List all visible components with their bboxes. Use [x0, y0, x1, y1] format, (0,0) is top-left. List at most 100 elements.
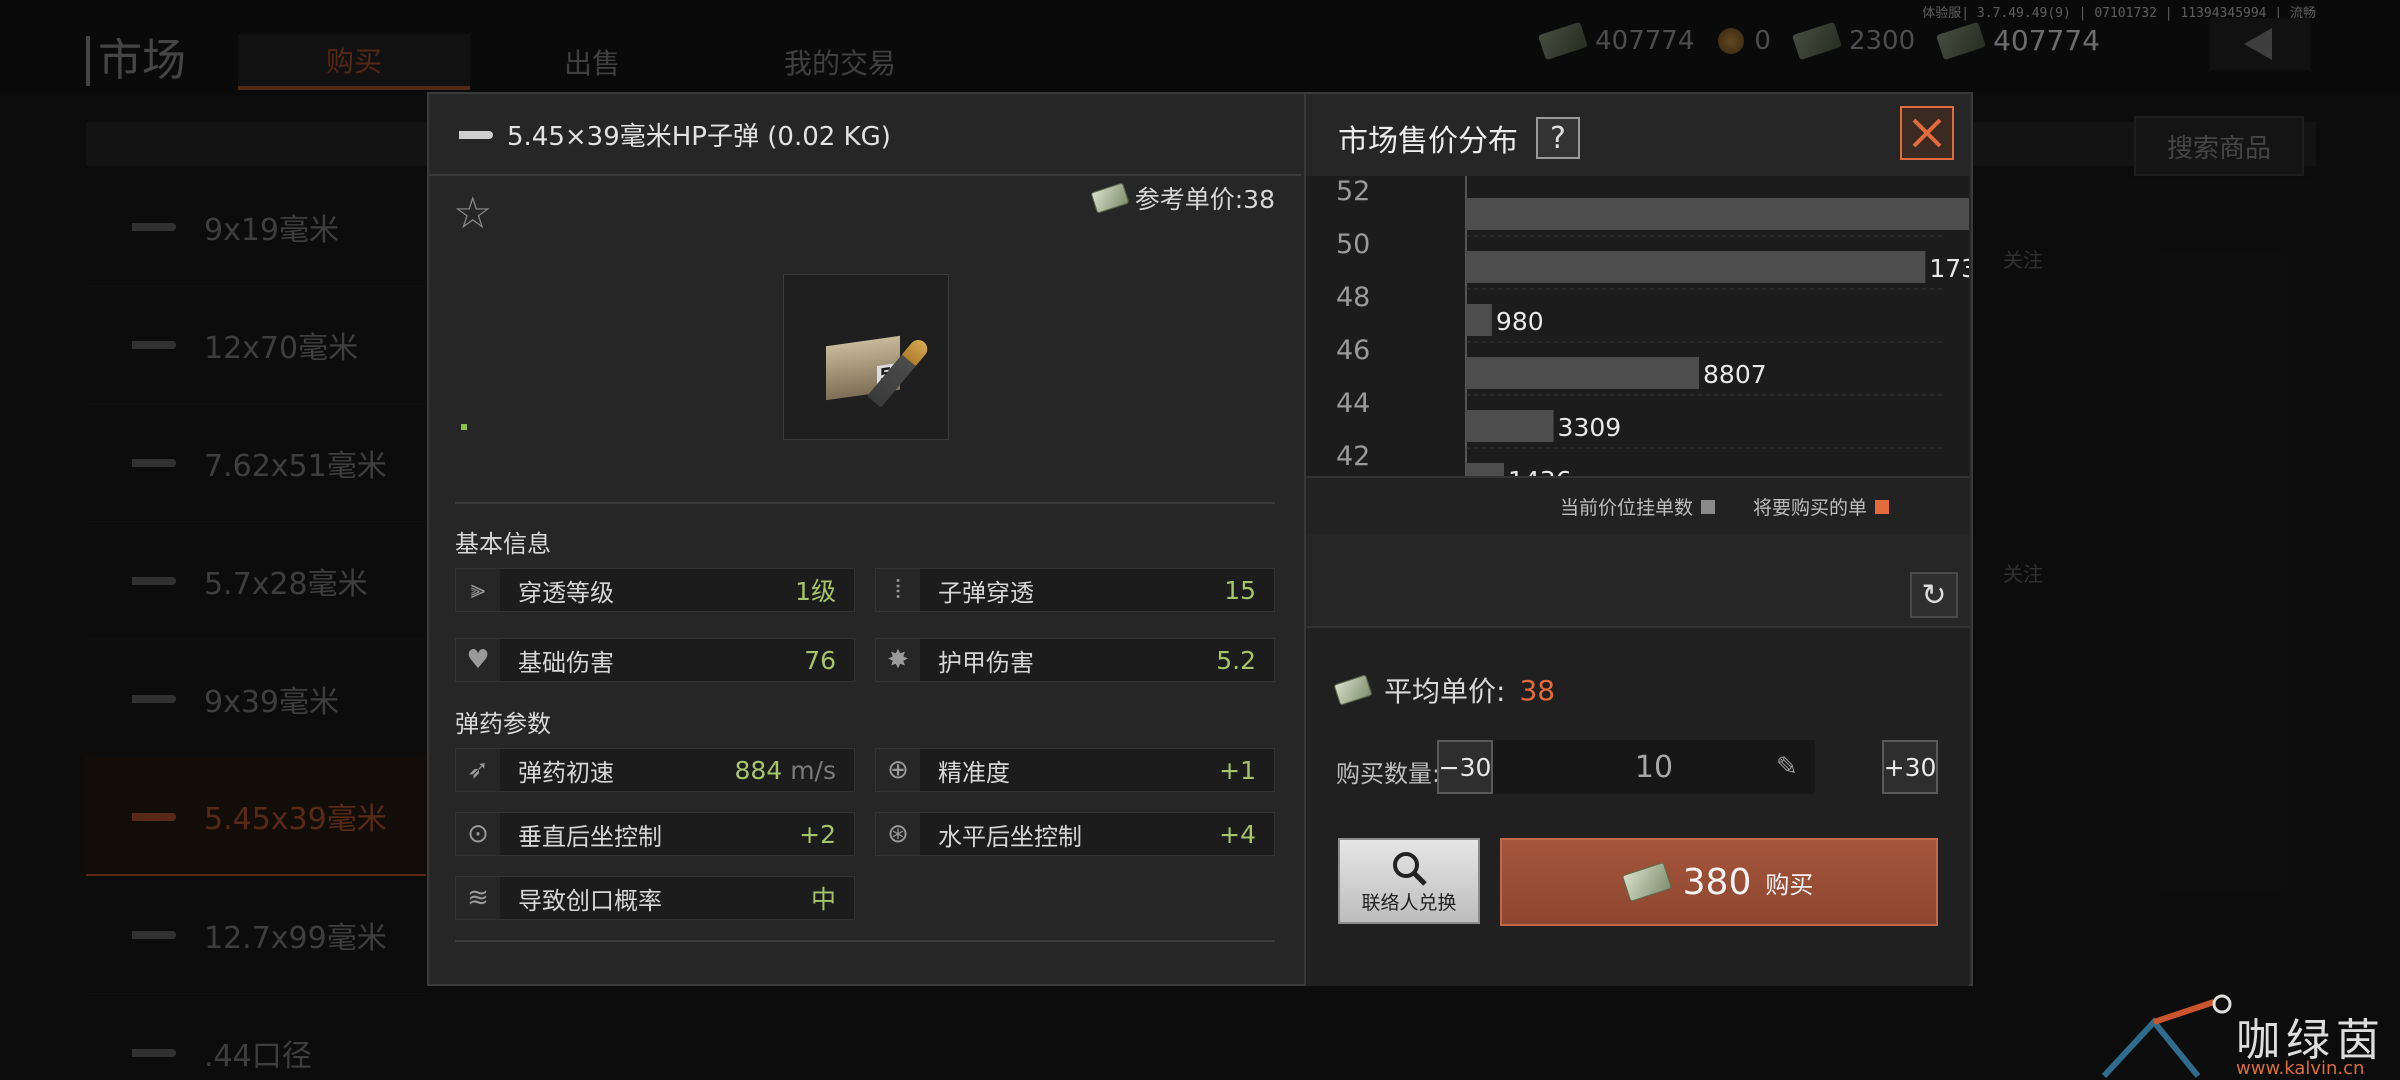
page-title: 市场: [86, 36, 186, 86]
buy-amount: 380: [1682, 861, 1752, 903]
chart-bar: [1466, 357, 1700, 389]
category-item[interactable]: 9x39毫米: [86, 640, 426, 758]
currency-value: 407774: [1595, 25, 1695, 56]
chart-bar: [1466, 198, 1969, 230]
item-header: 5.45×39毫米HP子弹 (0.02 KG): [459, 116, 891, 153]
favorite-star-icon[interactable]: ☆: [453, 192, 492, 236]
quantity-minus-button[interactable]: −30: [1437, 740, 1493, 794]
chart-bar: [1466, 304, 1492, 336]
stat-value: 1级: [795, 577, 836, 606]
bar-label: 8807: [1703, 360, 1767, 389]
back-arrow-icon: [2244, 28, 2272, 60]
stat-penetration-level: ⫸ 穿透等级 1级: [455, 568, 855, 612]
tab-my-trades[interactable]: 我的交易: [760, 34, 920, 90]
quantity-label: 购买数量:: [1336, 760, 1441, 788]
chart-bar: [1466, 463, 1504, 476]
stat-bleed-chance: ≋ 导致创口概率 中: [455, 876, 855, 920]
ammo-box-icon: 5: [806, 297, 931, 417]
chart-bar: [1466, 410, 1554, 442]
cash-icon: [1621, 861, 1672, 903]
bar-label: 980: [1496, 307, 1544, 336]
stat-label: 精准度: [938, 758, 1010, 787]
cash-stack-icon: [1538, 21, 1589, 60]
category-item[interactable]: 5.7x28毫米: [86, 522, 426, 640]
bar-label: 17360: [1929, 254, 1969, 283]
back-button[interactable]: [2210, 18, 2310, 70]
stat-label: 导致创口概率: [518, 886, 662, 915]
close-icon: [1912, 118, 1942, 148]
category-item[interactable]: 12x70毫米: [86, 286, 426, 404]
chart-bar: [1466, 251, 1926, 283]
muzzle-velocity-icon: ➶: [456, 749, 500, 791]
stat-value: 76: [804, 645, 836, 675]
bullet-penetration-icon: ⦙: [876, 569, 920, 611]
average-price-label: 平均单价:: [1384, 675, 1506, 708]
y-tick-label: 42: [1336, 441, 1370, 472]
stat-label: 基础伤害: [518, 648, 614, 677]
pencil-icon[interactable]: ✎: [1776, 752, 1798, 782]
price-distribution-header: 市场售价分布 ?: [1338, 116, 1580, 160]
armor-damage-icon: ✸: [876, 639, 920, 681]
category-item[interactable]: .44口径: [86, 994, 426, 1080]
close-button[interactable]: [1900, 106, 1954, 160]
help-button[interactable]: ?: [1536, 117, 1580, 159]
currency-value-main: 407774: [1993, 24, 2100, 57]
stat-value: 5.2: [1216, 645, 1256, 675]
legend-current-label: 当前价位挂单数: [1559, 496, 1693, 519]
tab-sell[interactable]: 出售: [540, 34, 644, 90]
quantity-input[interactable]: 10: [1493, 740, 1815, 794]
purchase-area: 平均单价: 38 购买数量: −30 10 ✎ +30 联络人兑换 380 购买: [1306, 626, 1969, 986]
stat-value: 15: [1224, 575, 1256, 605]
watermark-url: www.kalvin.cn: [2236, 1058, 2365, 1079]
y-tick-label: 44: [1336, 388, 1370, 419]
category-item[interactable]: 9x19毫米: [86, 168, 426, 286]
stat-horizontal-recoil: ⊛ 水平后坐控制 +4: [875, 812, 1275, 856]
refresh-button[interactable]: ↻: [1910, 572, 1958, 618]
cash-icon: [1791, 21, 1842, 60]
legend-current: 当前价位挂单数: [1560, 493, 1715, 520]
stat-label: 穿透等级: [518, 578, 614, 607]
search-goods-button[interactable]: 搜索商品: [2134, 116, 2304, 176]
category-item[interactable]: 7.62x51毫米: [86, 404, 426, 522]
reference-price: 参考单价:38: [1090, 180, 1275, 216]
bleed-chance-icon: ≋: [456, 877, 500, 919]
price-distribution-chart[interactable]: 5220530501736048980468807443309421436387…: [1306, 176, 1969, 476]
quantity-plus-button[interactable]: +30: [1882, 740, 1938, 794]
price-distribution-title: 市场售价分布: [1338, 124, 1518, 159]
magnifier-icon: [1393, 851, 1427, 886]
category-item-active[interactable]: 5.45x39毫米: [86, 758, 426, 876]
legend-buy: 将要购买的单: [1753, 493, 1889, 520]
legend-buy-label: 将要购买的单: [1752, 496, 1867, 519]
ammo-params-title: 弹药参数: [455, 710, 551, 738]
y-tick-label: 50: [1336, 229, 1370, 260]
stat-label: 垂直后坐控制: [518, 822, 662, 851]
legend-buy-swatch: [1875, 499, 1889, 514]
status-dot: [461, 424, 467, 430]
reference-price-label: 参考单价:38: [1134, 185, 1275, 214]
divider: [455, 502, 1275, 504]
item-details-panel: 5.45×39毫米HP子弹 (0.02 KG) ☆ 参考单价:38 5 基本信息…: [429, 94, 1301, 984]
contact-exchange-label: 联络人兑换: [1361, 891, 1457, 914]
stat-label: 子弹穿透: [938, 578, 1034, 607]
stat-label: 弹药初速: [518, 758, 614, 787]
velocity-unit: m/s: [790, 755, 836, 785]
cash-icon: [1090, 182, 1130, 214]
contact-exchange-button[interactable]: 联络人兑换: [1338, 838, 1480, 924]
chart-legend: 当前价位挂单数 将要购买的单: [1306, 476, 1969, 534]
stat-armor-damage: ✸ 护甲伤害 5.2: [875, 638, 1275, 682]
tab-buy[interactable]: 购买: [238, 34, 470, 90]
stat-value: 中: [810, 885, 836, 914]
buy-button[interactable]: 380 购买: [1500, 838, 1938, 926]
horizontal-recoil-icon: ⊛: [876, 813, 920, 855]
y-tick-label: 46: [1336, 335, 1370, 366]
stat-label: 水平后坐控制: [938, 822, 1082, 851]
average-price-value: 38: [1519, 673, 1556, 707]
stat-value: 884 m/s: [734, 756, 836, 785]
bar-label: 3309: [1558, 413, 1622, 442]
penetration-level-icon: ⫸: [456, 569, 500, 611]
basic-info-title: 基本信息: [455, 530, 551, 558]
category-item[interactable]: 12.7x99毫米: [86, 876, 426, 994]
item-image: 5: [783, 274, 949, 440]
stat-value: +1: [1219, 755, 1256, 785]
follow-tag: 关注: [2003, 562, 2043, 586]
